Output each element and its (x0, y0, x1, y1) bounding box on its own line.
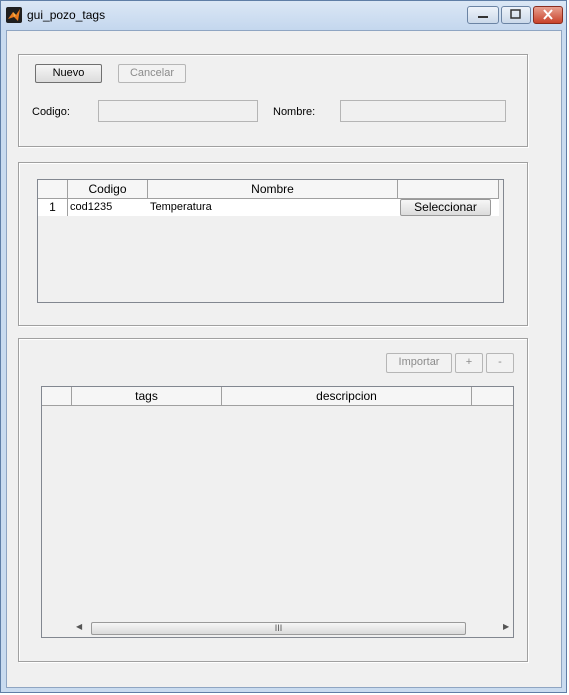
minimize-button[interactable] (467, 6, 499, 24)
codigo-field[interactable] (98, 100, 258, 122)
nombre-label: Nombre: (273, 106, 316, 118)
scroll-left-icon[interactable]: ◀ (76, 622, 82, 631)
pozo-panel: Codigo Nombre 1 cod1235 Temperatura Sele… (18, 162, 528, 326)
pozo-table[interactable]: Codigo Nombre 1 cod1235 Temperatura Sele… (37, 179, 504, 303)
title-bar: gui_pozo_tags (1, 1, 566, 30)
seleccionar-button[interactable]: Seleccionar (400, 199, 491, 216)
column-header-codigo[interactable]: Codigo (68, 180, 148, 199)
horizontal-scrollbar[interactable]: ◀ III ▶ (74, 620, 512, 637)
cancelar-button[interactable]: Cancelar (118, 64, 186, 83)
cell-nombre[interactable]: Temperatura (148, 199, 398, 216)
minimize-icon (478, 16, 488, 18)
codigo-label: Codigo: (32, 106, 70, 118)
close-icon (543, 9, 553, 20)
remove-button[interactable]: - (486, 353, 514, 373)
column-header-descripcion[interactable]: descripcion (222, 387, 472, 406)
cell-action: Seleccionar (398, 199, 499, 216)
close-button[interactable] (533, 6, 563, 24)
column-header-extra[interactable] (472, 387, 513, 406)
row-index[interactable]: 1 (38, 199, 68, 216)
add-button[interactable]: + (455, 353, 483, 373)
main-window: gui_pozo_tags Nuevo Cancelar Codigo: Nom… (0, 0, 567, 693)
scroll-thumb[interactable]: III (91, 622, 466, 635)
figure-area: Nuevo Cancelar Codigo: Nombre: Codigo No… (6, 30, 562, 688)
cell-codigo[interactable]: cod1235 (68, 199, 148, 216)
scroll-right-icon[interactable]: ▶ (503, 622, 509, 631)
tags-table[interactable]: tags descripcion ◀ III ▶ (41, 386, 514, 638)
edit-panel: Nuevo Cancelar Codigo: Nombre: (18, 54, 528, 147)
maximize-icon (510, 9, 521, 19)
column-header-tags[interactable]: tags (72, 387, 222, 406)
table-corner (42, 387, 72, 406)
window-title: gui_pozo_tags (27, 8, 106, 22)
tags-panel: Importar + - tags descripcion ◀ III ▶ (18, 338, 528, 662)
importar-button[interactable]: Importar (386, 353, 452, 373)
column-header-action[interactable] (398, 180, 499, 199)
maximize-button[interactable] (501, 6, 531, 24)
table-corner (38, 180, 68, 199)
column-header-nombre[interactable]: Nombre (148, 180, 398, 199)
nuevo-button[interactable]: Nuevo (35, 64, 102, 83)
matlab-icon (6, 7, 22, 23)
nombre-field[interactable] (340, 100, 506, 122)
